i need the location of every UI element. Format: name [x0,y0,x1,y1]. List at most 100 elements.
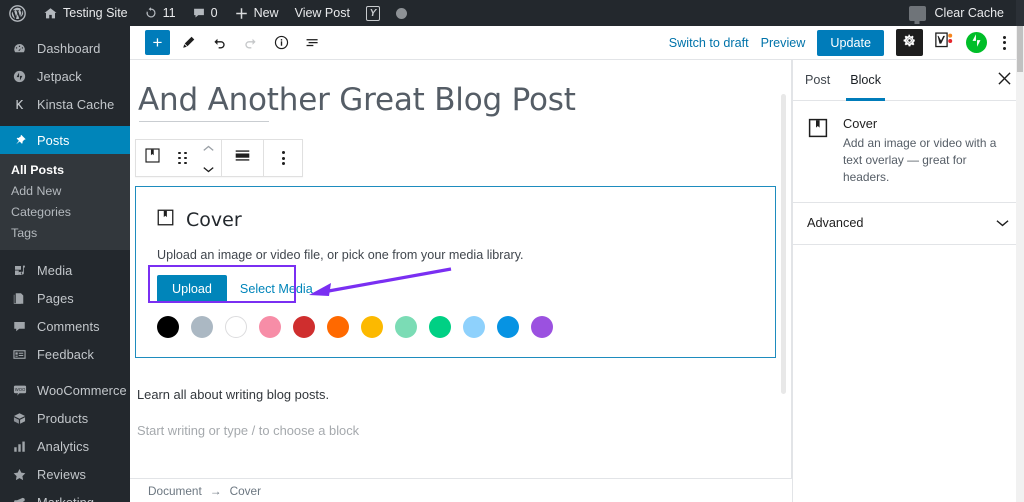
breadcrumb-item-document[interactable]: Document [148,484,202,498]
sidebar-item-media[interactable]: Media [0,256,130,284]
submenu-label: Tags [11,225,38,240]
block-card-title: Cover [843,116,878,131]
sidebar-item-reviews[interactable]: Reviews [0,460,130,488]
sidebar-item-analytics[interactable]: Analytics [0,432,130,460]
sidebar-item-posts[interactable]: Posts [0,126,130,154]
sidebar-label: WooCommerce [37,382,127,398]
cover-block-placeholder[interactable]: Cover Upload an image or video file, or … [135,186,776,358]
sidebar-item-marketing[interactable]: Marketing [0,488,130,502]
chevron-up-icon[interactable] [203,139,214,157]
block-options-button[interactable] [264,139,302,177]
preview-button[interactable]: Preview [761,36,806,50]
page-scrollbar-thumb[interactable] [1017,26,1023,72]
submenu-item-all-posts[interactable]: All Posts [0,159,130,180]
breadcrumb-separator-icon: → [209,483,222,498]
color-swatch[interactable] [497,316,519,338]
color-swatch[interactable] [293,316,315,338]
color-swatch[interactable] [259,316,281,338]
admin-bar-clear-cache[interactable]: Clear Cache [901,0,1024,26]
color-swatch[interactable] [191,316,213,338]
star-icon [11,466,28,483]
list-view-icon[interactable] [299,30,325,56]
page-scrollbar[interactable] [1016,26,1024,502]
tools-pencil-icon[interactable] [175,30,201,56]
color-swatch[interactable] [531,316,553,338]
more-options-button[interactable] [999,35,1010,50]
canvas-scrollbar[interactable] [781,94,789,444]
wordpress-block-editor-screen: Testing Site 11 0 New View Post Y Clear … [0,0,1024,502]
sidebar-item-pages[interactable]: Pages [0,284,130,312]
status-dot-icon [395,7,407,19]
admin-bar-wordpress-logo[interactable] [0,0,35,26]
sidebar-label: Media [37,262,73,278]
advanced-panel-toggle[interactable]: Advanced [793,203,1024,245]
analytics-icon [11,438,28,455]
drag-handle-button[interactable] [170,139,196,177]
undo-icon[interactable] [206,30,232,56]
sidebar-item-dashboard[interactable]: Dashboard [0,34,130,62]
select-media-button[interactable]: Select Media [227,275,326,303]
paragraph-block[interactable]: Learn all about writing blog posts. [130,358,792,402]
submenu-label: Categories [11,204,71,219]
empty-paragraph-placeholder[interactable]: Start writing or type / to choose a bloc… [130,402,792,438]
admin-bar-comments[interactable]: 0 [184,0,226,26]
yoast-seo-button[interactable] [935,31,954,55]
color-swatch[interactable] [225,316,247,338]
block-card-text: Cover Add an image or video with a text … [843,116,1008,186]
sidebar-item-products[interactable]: Products [0,404,130,432]
breadcrumb-item-cover[interactable]: Cover [230,484,261,498]
kebab-menu-icon [1003,35,1006,39]
color-swatch[interactable] [327,316,349,338]
admin-bar-site-name[interactable]: Testing Site [35,0,136,26]
color-swatch[interactable] [429,316,451,338]
sidebar-item-comments[interactable]: Comments [0,312,130,340]
post-title[interactable]: And Another Great Blog Post [130,60,792,118]
submenu-item-add-new[interactable]: Add New [0,180,130,201]
editor-top-bar-left-tools: + [130,30,325,56]
sidebar-label: Feedback [37,346,94,362]
admin-bar-yoast[interactable]: Y [358,0,388,26]
chevron-down-icon[interactable] [203,160,214,178]
jetpack-button[interactable] [966,32,987,53]
color-swatch[interactable] [395,316,417,338]
clear-cache-label: Clear Cache [934,6,1004,20]
block-type-button[interactable] [136,139,170,177]
add-block-button[interactable]: + [145,30,170,55]
canvas-scrollbar-thumb[interactable] [781,94,786,394]
sidebar-item-woocommerce[interactable]: WOO WooCommerce [0,376,130,404]
yoast-seo-icon [935,31,954,55]
align-button[interactable] [222,139,263,177]
sidebar-item-feedback[interactable]: Feedback [0,340,130,368]
cover-block-title: Cover [186,209,242,231]
admin-bar-view-post[interactable]: View Post [287,0,358,26]
submenu-item-categories[interactable]: Categories [0,201,130,222]
svg-text:WOO: WOO [14,387,25,392]
tab-block[interactable]: Block [846,60,885,101]
pages-icon [11,290,28,307]
move-block-buttons[interactable] [196,139,222,177]
update-button[interactable]: Update [817,29,884,56]
sidebar-label: Pages [37,290,74,306]
color-swatch[interactable] [463,316,485,338]
switch-to-draft-button[interactable]: Switch to draft [669,36,749,50]
admin-bar-new-content[interactable]: New [226,0,287,26]
info-icon[interactable] [268,30,294,56]
upload-button[interactable]: Upload [157,275,227,303]
sidebar-item-jetpack[interactable]: Jetpack [0,62,130,90]
block-settings-sidebar: Post Block Cover Add an image or video w… [792,60,1024,502]
color-swatch[interactable] [157,316,179,338]
jetpack-icon [967,31,986,55]
submenu-item-tags[interactable]: Tags [0,222,130,243]
cover-block-icon [156,208,175,232]
tab-post[interactable]: Post [805,60,830,101]
color-swatch[interactable] [361,316,383,338]
admin-bar-updates[interactable]: 11 [136,0,184,26]
sidebar-item-kinsta-cache[interactable]: Kinsta Cache [0,90,130,118]
cover-block-icon [807,116,831,186]
settings-gear-button[interactable] [896,29,923,56]
admin-bar-edge [1016,0,1024,26]
sidebar-label: Dashboard [37,40,101,56]
admin-bar-status[interactable] [388,0,415,26]
drag-handle-icon [178,151,187,165]
wordpress-logo-icon [9,4,26,22]
